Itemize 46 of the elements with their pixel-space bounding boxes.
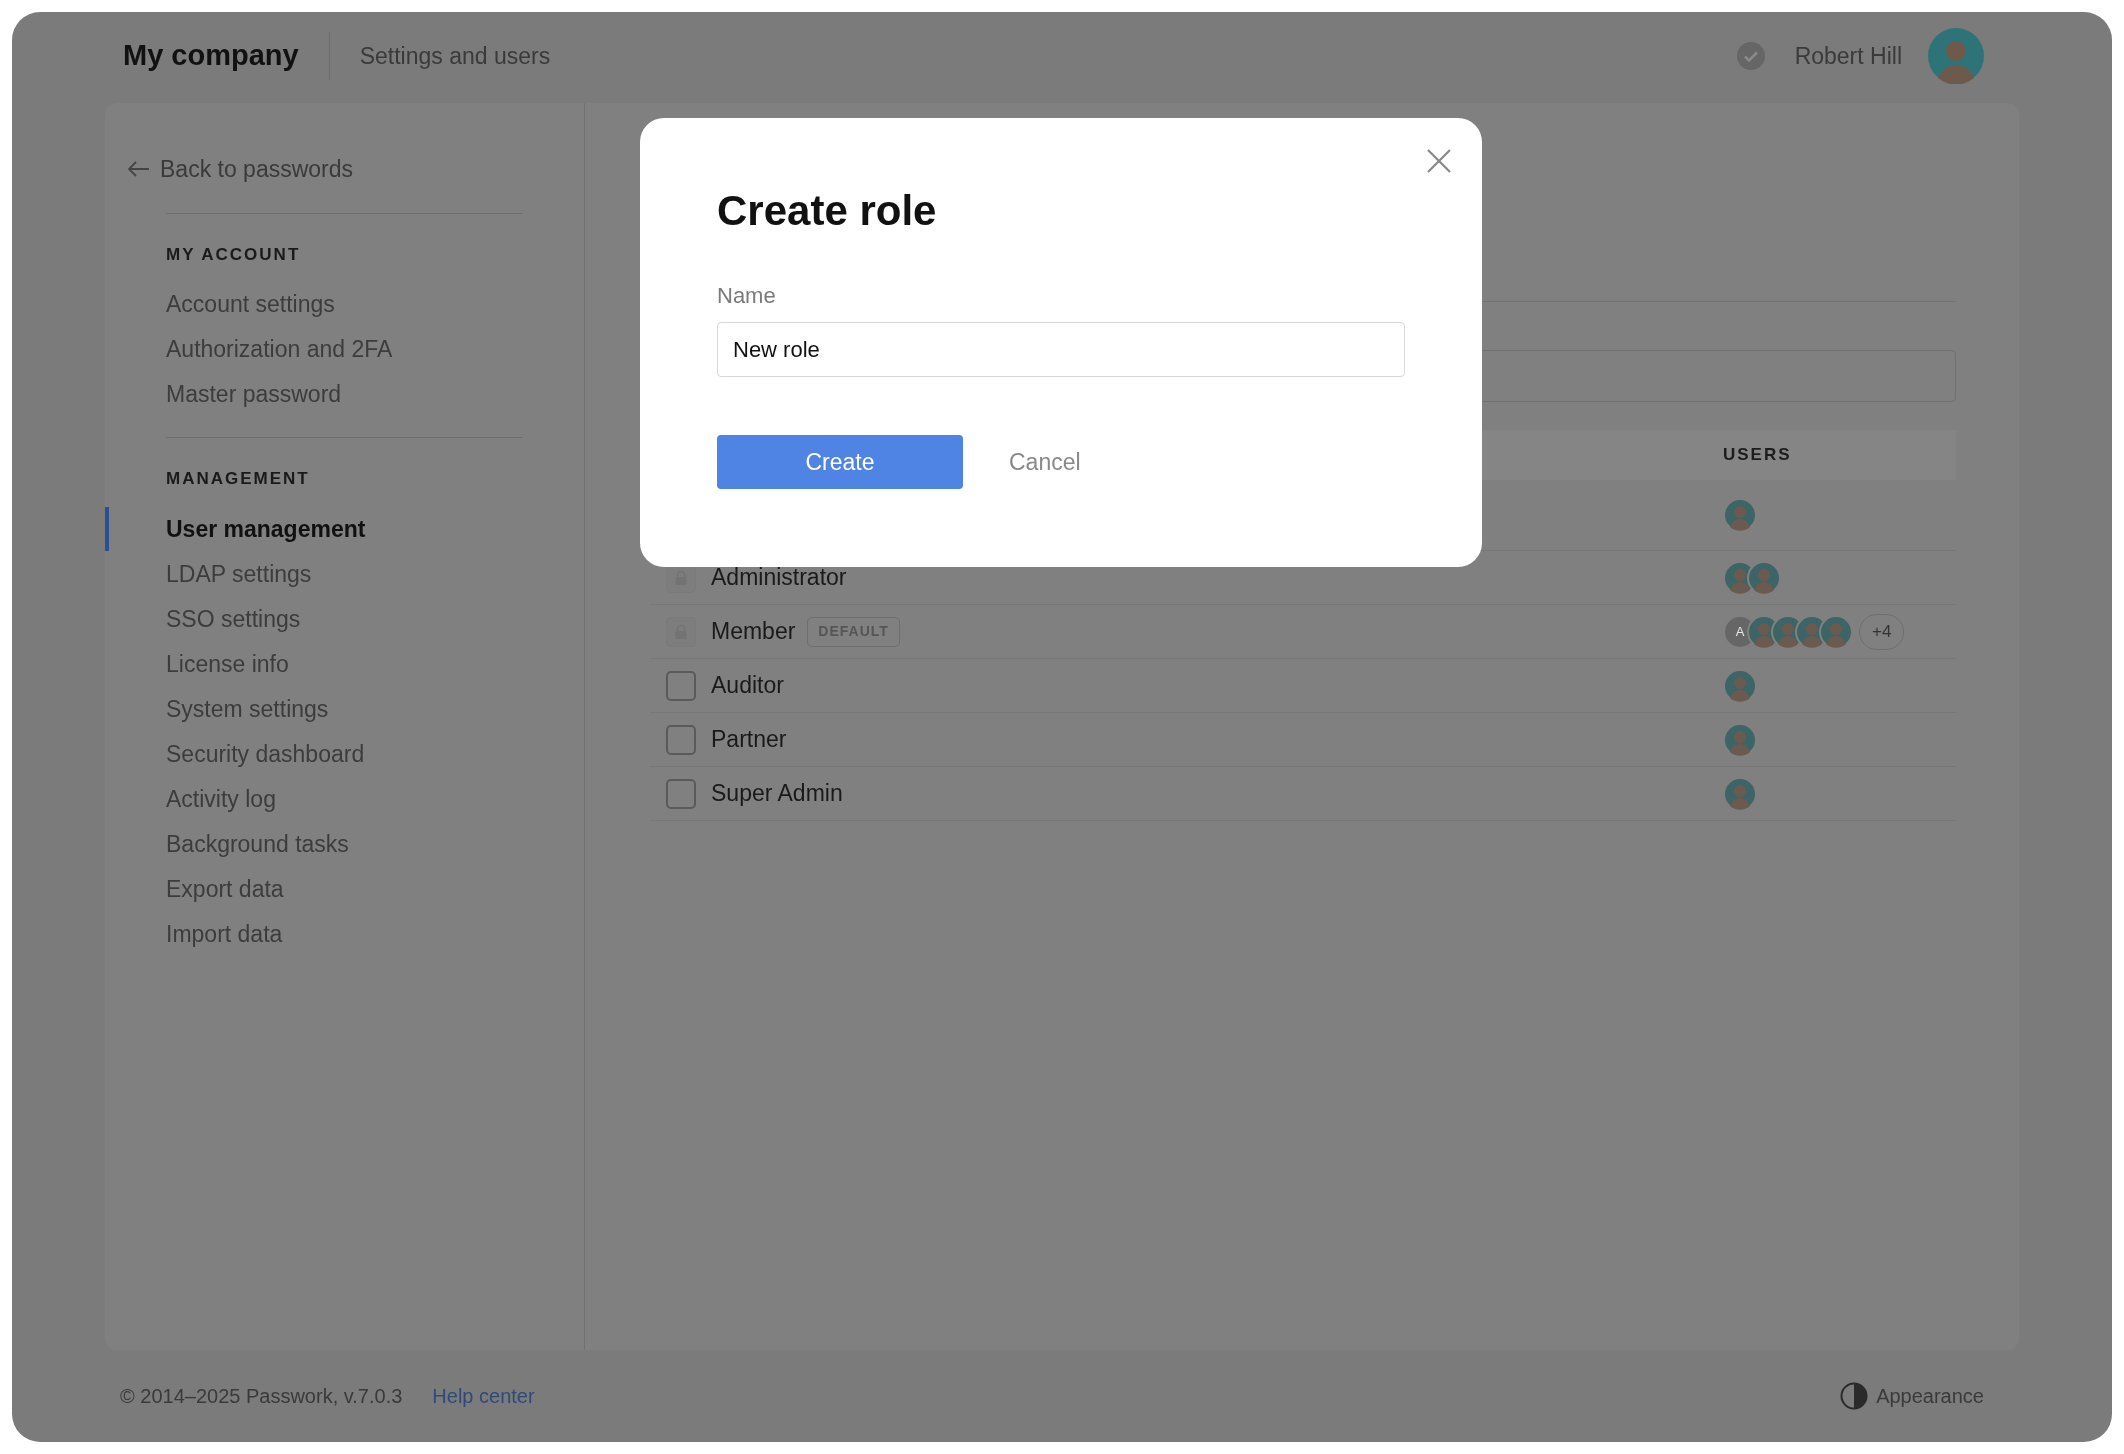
appearance-button[interactable]: Appearance bbox=[1840, 1381, 1984, 1411]
user-name[interactable]: Robert Hill bbox=[1794, 38, 1902, 74]
user-avatar[interactable] bbox=[1928, 28, 1984, 84]
avatar bbox=[1819, 614, 1853, 649]
role-name[interactable]: Super Admin bbox=[711, 776, 843, 811]
avatar bbox=[1723, 668, 1757, 703]
avatar bbox=[1723, 498, 1757, 532]
sidebar-item[interactable]: SSO settings bbox=[166, 601, 301, 637]
sidebar-item[interactable]: License info bbox=[166, 646, 289, 682]
sidebar-item[interactable]: Account settings bbox=[166, 287, 335, 322]
column-header: USERS bbox=[1723, 445, 1792, 465]
name-field[interactable]: New role bbox=[717, 322, 1405, 377]
create-button[interactable]: Create bbox=[717, 435, 963, 489]
active-indicator bbox=[105, 506, 109, 551]
help-center-link[interactable]: Help center bbox=[432, 1381, 535, 1411]
sidebar-item[interactable]: Export data bbox=[166, 871, 284, 907]
sidebar-item[interactable]: Import data bbox=[166, 916, 283, 952]
role-name[interactable]: Member bbox=[711, 614, 796, 649]
dialog-title: Create role bbox=[717, 186, 938, 236]
contrast-icon bbox=[1840, 1382, 1869, 1410]
role-name[interactable]: Partner bbox=[711, 722, 787, 757]
checkbox[interactable] bbox=[666, 778, 696, 809]
avatar bbox=[1723, 722, 1757, 757]
arrow-left-icon bbox=[128, 161, 150, 178]
copyright-text: © 2014–2025 Passwork, v.7.0.3 bbox=[120, 1384, 403, 1409]
sidebar-item[interactable]: User management bbox=[166, 511, 366, 547]
field-label: Name bbox=[717, 282, 777, 310]
checkbox[interactable] bbox=[666, 670, 696, 701]
checkbox[interactable] bbox=[666, 724, 696, 755]
avatar bbox=[1723, 776, 1757, 811]
sidebar-item[interactable]: LDAP settings bbox=[166, 556, 312, 592]
cancel-button[interactable]: Cancel bbox=[1009, 444, 1081, 480]
sidebar-item[interactable]: Activity log bbox=[166, 781, 276, 817]
check-circle-icon[interactable] bbox=[1736, 42, 1765, 70]
sidebar-item[interactable]: Background tasks bbox=[166, 826, 349, 862]
company-name: My company bbox=[123, 38, 299, 74]
section-heading: MY ACCOUNT bbox=[166, 243, 302, 266]
avatar bbox=[1747, 560, 1781, 595]
sidebar-item[interactable]: Master password bbox=[166, 377, 342, 412]
sidebar-item[interactable]: System settings bbox=[166, 691, 329, 727]
back-link[interactable]: Back to passwords bbox=[128, 152, 354, 187]
section-heading: MANAGEMENT bbox=[166, 468, 311, 490]
sidebar-item[interactable]: Security dashboard bbox=[166, 736, 365, 772]
role-name[interactable]: Auditor bbox=[711, 668, 784, 703]
sidebar-item[interactable]: Authorization and 2FA bbox=[166, 332, 393, 367]
page-section-title: Settings and users bbox=[359, 41, 551, 71]
